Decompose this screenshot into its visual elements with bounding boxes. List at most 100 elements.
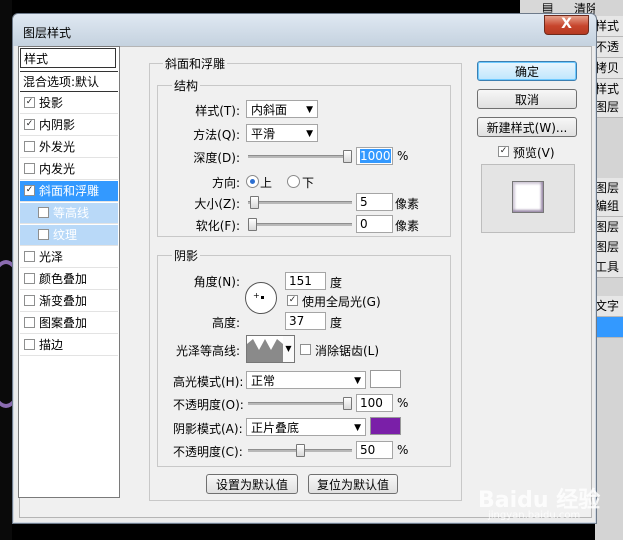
styles-header[interactable]: 样式 (20, 48, 116, 68)
angle-input[interactable]: 151 (285, 272, 326, 290)
set-default-button[interactable]: 设置为默认值 (206, 474, 298, 494)
altitude-input[interactable]: 37 (285, 312, 326, 330)
highlight-mode-select[interactable]: 正常 ▼ (246, 371, 366, 389)
baidu-watermark-url: jingyan.baidu.com (488, 510, 581, 521)
style-label: 样式(T): (195, 104, 240, 118)
highlight-opacity-unit: % (397, 396, 409, 410)
shadow-color-swatch[interactable] (370, 417, 401, 435)
soften-slider[interactable] (248, 218, 352, 231)
direction-down-label: 下 (302, 176, 315, 190)
background-item-selected[interactable] (595, 317, 623, 338)
size-slider[interactable] (248, 196, 352, 209)
style-select[interactable]: 内斜面 ▼ (246, 100, 318, 118)
reset-default-button[interactable]: 复位为默认值 (308, 474, 398, 494)
style-item-checkbox[interactable] (24, 295, 35, 306)
soften-label: 软化(F): (195, 219, 240, 233)
shading-title: 阴影 (172, 247, 201, 264)
background-item[interactable]: 样式 (595, 16, 623, 37)
style-item-checkbox[interactable] (24, 317, 35, 328)
style-item-checkbox[interactable] (38, 207, 49, 218)
style-item[interactable]: 纹理 (20, 225, 118, 246)
style-item[interactable]: 等高线 (20, 203, 118, 224)
highlight-opacity-slider[interactable] (248, 397, 352, 410)
highlight-mode-value: 正常 (251, 374, 276, 388)
close-button[interactable]: X (544, 15, 589, 35)
direction-label: 方向: (211, 176, 240, 190)
shadow-opacity-slider[interactable] (248, 444, 352, 457)
shadow-opacity-input[interactable]: 50 (356, 441, 393, 459)
highlight-mode-label: 高光模式(H): (173, 375, 244, 389)
style-item-checkbox[interactable] (24, 273, 35, 284)
chevron-down-icon: ▼ (354, 423, 361, 433)
style-item[interactable]: 描边 (20, 335, 118, 356)
ok-button[interactable]: 确定 (477, 61, 577, 81)
background-item[interactable]: 图层 (595, 217, 623, 238)
background-item[interactable]: 图层 (595, 97, 623, 118)
shadow-mode-select[interactable]: 正片叠底 ▼ (246, 418, 366, 436)
background-item[interactable]: 编组 (595, 196, 623, 217)
style-item-checkbox[interactable] (24, 339, 35, 350)
preview-checkbox[interactable] (498, 146, 509, 157)
style-item-label: 内阴影 (39, 118, 76, 132)
style-item[interactable]: 图案叠加 (20, 313, 118, 334)
style-item[interactable]: 内发光 (20, 159, 118, 180)
background-item[interactable]: 图层 (595, 237, 623, 258)
technique-select[interactable]: 平滑 ▼ (246, 124, 318, 142)
depth-input-value: 1000 (360, 149, 391, 163)
direction-up-radio[interactable] (246, 175, 259, 188)
global-light-checkbox[interactable] (287, 295, 298, 306)
highlight-opacity-thumb[interactable] (343, 397, 352, 410)
size-unit: 像素 (395, 197, 420, 211)
style-select-value: 内斜面 (251, 103, 288, 117)
angle-input-value: 151 (289, 274, 312, 288)
style-item-checkbox[interactable] (24, 185, 35, 196)
angle-label: 角度(N): (193, 275, 240, 289)
highlight-color-swatch[interactable] (370, 370, 401, 388)
style-item[interactable]: 光泽 (20, 247, 118, 268)
soften-input-value: 0 (360, 217, 368, 231)
style-item-checkbox[interactable] (24, 251, 35, 262)
gloss-contour-preview[interactable] (246, 335, 284, 363)
background-item[interactable]: 文字 (595, 296, 623, 317)
size-slider-thumb[interactable] (250, 196, 259, 209)
technique-select-value: 平滑 (251, 127, 276, 141)
style-item-checkbox[interactable] (38, 229, 49, 240)
style-item[interactable]: 外发光 (20, 137, 118, 158)
style-item-checkbox[interactable] (24, 97, 35, 108)
shadow-mode-label: 阴影模式(A): (173, 422, 243, 436)
gloss-contour-dropdown[interactable]: ▼ (283, 335, 295, 363)
style-item[interactable]: 渐变叠加 (20, 291, 118, 312)
depth-slider-thumb[interactable] (343, 150, 352, 163)
shadow-opacity-thumb[interactable] (296, 444, 305, 457)
depth-input[interactable]: 1000 (356, 147, 393, 165)
soften-slider-thumb[interactable] (248, 218, 257, 231)
style-item-checkbox[interactable] (24, 119, 35, 130)
cancel-button[interactable]: 取消 (477, 89, 577, 109)
size-input[interactable]: 5 (356, 193, 393, 211)
style-item-checkbox[interactable] (24, 141, 35, 152)
style-item[interactable]: 内阴影 (20, 115, 118, 136)
background-item[interactable]: 工具 (595, 257, 623, 278)
style-item[interactable]: 投影 (20, 93, 118, 114)
depth-slider[interactable] (248, 150, 352, 163)
background-item[interactable]: 拷贝 (595, 58, 623, 79)
dialog-titlebar[interactable]: 图层样式 X (13, 14, 596, 46)
size-input-value: 5 (360, 195, 368, 209)
new-style-button[interactable]: 新建样式(W)... (477, 117, 577, 137)
style-item-label: 光泽 (39, 250, 64, 264)
style-item-label: 内发光 (39, 162, 76, 176)
style-item-label: 渐变叠加 (39, 294, 88, 308)
anti-alias-checkbox[interactable] (300, 344, 311, 355)
soften-input[interactable]: 0 (356, 215, 393, 233)
angle-dial[interactable]: + (245, 282, 277, 314)
shadow-opacity-value: 50 (360, 443, 376, 457)
highlight-opacity-input[interactable]: 100 (356, 394, 393, 412)
blending-options-item[interactable]: 混合选项:默认 (20, 71, 118, 92)
background-item[interactable]: 不透 (595, 37, 623, 58)
direction-down-radio[interactable] (287, 175, 300, 188)
style-item[interactable]: 斜面和浮雕 (20, 181, 118, 202)
style-item-checkbox[interactable] (24, 163, 35, 174)
style-item[interactable]: 颜色叠加 (20, 269, 118, 290)
crosshair-icon: + (253, 291, 260, 300)
altitude-unit: 度 (330, 316, 343, 330)
